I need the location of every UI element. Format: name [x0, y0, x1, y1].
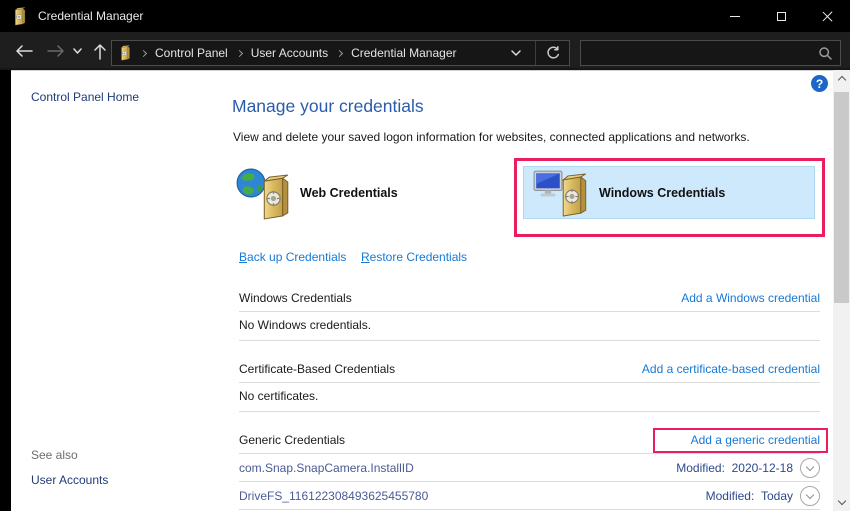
title-bar: Credential Manager: [0, 0, 850, 32]
search-input[interactable]: [581, 46, 819, 60]
refresh-button[interactable]: [536, 41, 569, 65]
scrollbar-thumb[interactable]: [834, 92, 849, 303]
credential-name: DriveFS_116122308493625455780: [239, 489, 428, 503]
windows-credentials-icon: [533, 168, 591, 218]
chevron-up-icon: [837, 76, 845, 84]
sidebar-item-control-panel-home[interactable]: Control Panel Home: [31, 90, 139, 104]
page-description: View and delete your saved logon informa…: [233, 130, 750, 144]
breadcrumb-separator-icon: [236, 49, 243, 56]
credential-row[interactable]: com.Snap.SnapCamera.InstallID Modified: …: [239, 458, 820, 478]
minimize-button[interactable]: [712, 0, 758, 32]
empty-message: No certificates.: [239, 389, 318, 403]
windows-credentials-tile[interactable]: Windows Credentials: [523, 166, 815, 219]
web-credentials-label: Web Credentials: [300, 186, 398, 200]
backup-label: ack up Credentials: [247, 250, 346, 264]
forward-button[interactable]: [44, 39, 68, 63]
restore-credentials-link[interactable]: Restore Credentials: [361, 250, 467, 264]
breadcrumb-control-panel[interactable]: Control Panel: [155, 46, 228, 60]
safe-icon: [556, 173, 590, 218]
chevron-down-icon: [837, 497, 845, 505]
section-header-row: Windows Credentials Add a Windows creden…: [239, 291, 820, 305]
up-arrow-icon: [94, 43, 106, 60]
add-generic-credential-link[interactable]: Add a generic credential: [691, 433, 820, 447]
address-dropdown-button[interactable]: [511, 50, 521, 56]
divider: [239, 453, 820, 454]
web-credentials-icon: [236, 166, 292, 220]
close-icon: [822, 11, 833, 22]
modified-label: Modified:: [676, 461, 725, 475]
refresh-icon: [546, 46, 560, 60]
section-header-row: Generic Credentials Add a generic creden…: [239, 433, 820, 447]
windows-credentials-label: Windows Credentials: [599, 186, 725, 200]
breadcrumb-user-accounts[interactable]: User Accounts: [251, 46, 328, 60]
forward-arrow-icon: [47, 45, 65, 57]
see-also-label: See also: [31, 448, 78, 462]
up-button[interactable]: [88, 39, 112, 63]
divider: [239, 481, 820, 482]
expand-credential-button[interactable]: [800, 486, 820, 506]
page-title: Manage your credentials: [232, 96, 424, 117]
modified-value: Today: [761, 489, 793, 503]
divider: [239, 509, 820, 510]
help-button[interactable]: [811, 75, 828, 92]
breadcrumb-separator-icon: [336, 49, 343, 56]
web-credentials-tile[interactable]: Web Credentials: [236, 166, 398, 220]
chevron-down-icon: [806, 462, 814, 470]
recent-locations-button[interactable]: [68, 39, 86, 63]
window-title: Credential Manager: [38, 9, 143, 23]
backup-accelerator: B: [239, 250, 247, 264]
close-button[interactable]: [804, 0, 850, 32]
maximize-icon: [777, 12, 786, 21]
scroll-up-button[interactable]: [833, 70, 850, 87]
backup-credentials-link[interactable]: Back up Credentials: [239, 250, 346, 264]
window-controls: [712, 0, 850, 32]
divider: [239, 311, 820, 312]
section-header-row: Certificate-Based Credentials Add a cert…: [239, 362, 820, 376]
sidebar-item-user-accounts[interactable]: User Accounts: [31, 473, 108, 487]
safe-icon: [257, 174, 292, 221]
credential-row[interactable]: DriveFS_116122308493625455780 Modified: …: [239, 486, 820, 506]
section-title: Windows Credentials: [239, 291, 352, 305]
app-icon: [11, 7, 28, 26]
scroll-down-button[interactable]: [833, 494, 850, 511]
divider: [239, 340, 820, 341]
section-title: Certificate-Based Credentials: [239, 362, 395, 376]
search-box: [580, 40, 841, 66]
divider: [239, 411, 820, 412]
section-title: Generic Credentials: [239, 433, 345, 447]
address-bar[interactable]: Control Panel User Accounts Credential M…: [111, 40, 570, 66]
add-certificate-credential-link[interactable]: Add a certificate-based credential: [642, 362, 820, 376]
back-button[interactable]: [12, 39, 36, 63]
modified-value: 2020-12-18: [732, 461, 793, 475]
credential-manager-icon: [118, 45, 132, 61]
restore-accelerator: R: [361, 250, 370, 264]
add-windows-credential-link[interactable]: Add a Windows credential: [681, 291, 820, 305]
maximize-button[interactable]: [758, 0, 804, 32]
back-arrow-icon: [15, 45, 33, 57]
chevron-down-icon: [73, 48, 82, 54]
minimize-icon: [730, 16, 740, 17]
breadcrumb-credential-manager[interactable]: Credential Manager: [351, 46, 456, 60]
restore-label: estore Credentials: [370, 250, 467, 264]
chevron-down-icon: [806, 490, 814, 498]
modified-label: Modified:: [706, 489, 755, 503]
expand-credential-button[interactable]: [800, 458, 820, 478]
breadcrumb-separator-icon: [140, 49, 147, 56]
window-left-edge: [0, 70, 11, 511]
empty-message: No Windows credentials.: [239, 318, 371, 332]
divider: [239, 382, 820, 383]
credential-name: com.Snap.SnapCamera.InstallID: [239, 461, 414, 475]
search-icon: [819, 47, 832, 60]
